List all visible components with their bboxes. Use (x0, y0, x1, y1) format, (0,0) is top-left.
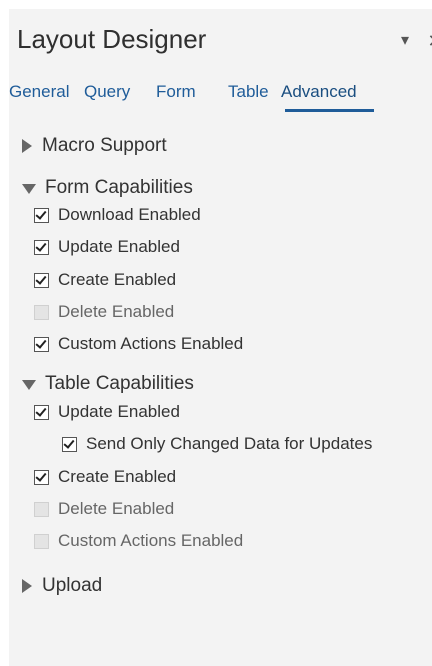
tab-bar: General Query Form Table Advanced (9, 77, 432, 117)
panel-title: Layout Designer (17, 24, 207, 54)
form-custom-actions-enabled-option[interactable]: Custom Actions Enabled (34, 334, 243, 354)
section-upload[interactable]: Upload (22, 575, 102, 597)
section-label: Macro Support (42, 135, 167, 156)
section-macro-support[interactable]: Macro Support (22, 135, 167, 157)
checkbox (34, 501, 49, 517)
form-update-enabled-option[interactable]: Update Enabled (34, 237, 180, 257)
active-tab-indicator (285, 109, 374, 112)
option-label: Custom Actions Enabled (58, 531, 244, 550)
checkbox[interactable] (34, 272, 49, 288)
tab-table[interactable]: Table (228, 77, 269, 107)
expand-arrow-icon (22, 579, 32, 593)
option-label: Delete Enabled (58, 302, 175, 321)
option-label: Update Enabled (58, 402, 180, 421)
form-create-enabled-option[interactable]: Create Enabled (34, 270, 176, 290)
close-button[interactable]: ✕ (423, 29, 432, 53)
checkbox (34, 533, 49, 549)
checkbox[interactable] (34, 404, 49, 420)
checkbox[interactable] (34, 207, 49, 223)
option-label: Download Enabled (58, 205, 201, 224)
tab-general[interactable]: General (9, 77, 69, 107)
section-label: Upload (42, 575, 103, 596)
checkbox[interactable] (62, 436, 77, 452)
table-delete-enabled-option: Delete Enabled (34, 499, 174, 519)
form-delete-enabled-option: Delete Enabled (34, 302, 174, 322)
section-table-capabilities[interactable]: Table Capabilities (22, 373, 194, 395)
tab-advanced[interactable]: Advanced (281, 77, 357, 107)
option-label: Create Enabled (58, 467, 177, 486)
table-send-only-changed-data-option[interactable]: Send Only Changed Data for Updates (62, 434, 372, 454)
table-custom-actions-enabled-option: Custom Actions Enabled (34, 531, 243, 551)
option-label: Create Enabled (58, 270, 177, 289)
collapse-arrow-icon (22, 184, 36, 194)
section-label: Form Capabilities (45, 177, 193, 198)
table-update-enabled-option[interactable]: Update Enabled (34, 402, 180, 422)
checkbox[interactable] (34, 469, 49, 485)
checkbox[interactable] (34, 239, 49, 255)
dropdown-menu-button[interactable]: ▾ (393, 29, 417, 53)
section-label: Table Capabilities (45, 373, 194, 394)
option-label: Custom Actions Enabled (58, 334, 244, 353)
table-create-enabled-option[interactable]: Create Enabled (34, 467, 176, 487)
checkbox (34, 304, 49, 320)
layout-designer-panel: Layout Designer ▾ ✕ General Query Form T… (9, 9, 432, 666)
option-label: Send Only Changed Data for Updates (86, 434, 373, 453)
tab-query[interactable]: Query (84, 77, 130, 107)
option-label: Update Enabled (58, 237, 180, 256)
form-download-enabled-option[interactable]: Download Enabled (34, 205, 201, 225)
collapse-arrow-icon (22, 380, 36, 390)
expand-arrow-icon (22, 139, 32, 153)
option-label: Delete Enabled (58, 499, 175, 518)
tab-form[interactable]: Form (156, 77, 196, 107)
section-form-capabilities[interactable]: Form Capabilities (22, 177, 193, 199)
checkbox[interactable] (34, 336, 49, 352)
